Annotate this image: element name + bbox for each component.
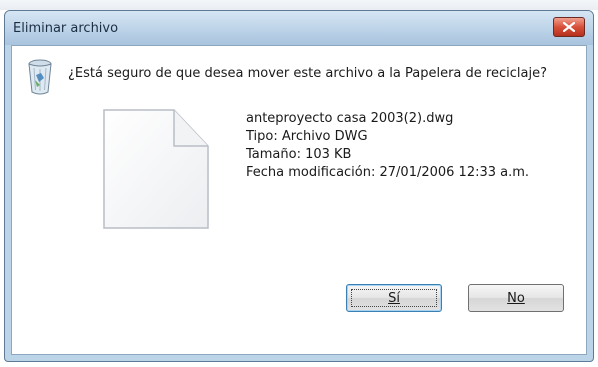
file-details: anteproyecto casa 2003(2).dwg Tipo: Arch…: [246, 110, 529, 182]
no-button-label: No: [507, 290, 525, 306]
file-type: Tipo: Archivo DWG: [246, 129, 368, 144]
recycle-bin-icon: [28, 59, 52, 95]
file-modified-date: Fecha modificación: 27/01/2006 12:33 a.m…: [246, 165, 530, 180]
close-icon: [563, 22, 575, 32]
yes-button[interactable]: Sí: [346, 284, 442, 312]
no-button[interactable]: No: [468, 284, 564, 312]
file-size: Tamaño: 103 KB: [246, 147, 352, 162]
dialog-body: ¿Está seguro de que desea mover este arc…: [11, 45, 587, 355]
delete-file-dialog: Eliminar archivo ¿Está seguro de que des…: [4, 10, 594, 362]
close-button[interactable]: [553, 17, 585, 37]
background-window: [0, 0, 598, 10]
dialog-title: Eliminar archivo: [13, 21, 119, 36]
document-icon: [103, 109, 209, 229]
title-bar[interactable]: Eliminar archivo: [5, 11, 593, 45]
file-name: anteproyecto casa 2003(2).dwg: [246, 111, 454, 126]
confirmation-question: ¿Está seguro de que desea mover este arc…: [68, 66, 547, 81]
focus-ring: [351, 289, 437, 307]
